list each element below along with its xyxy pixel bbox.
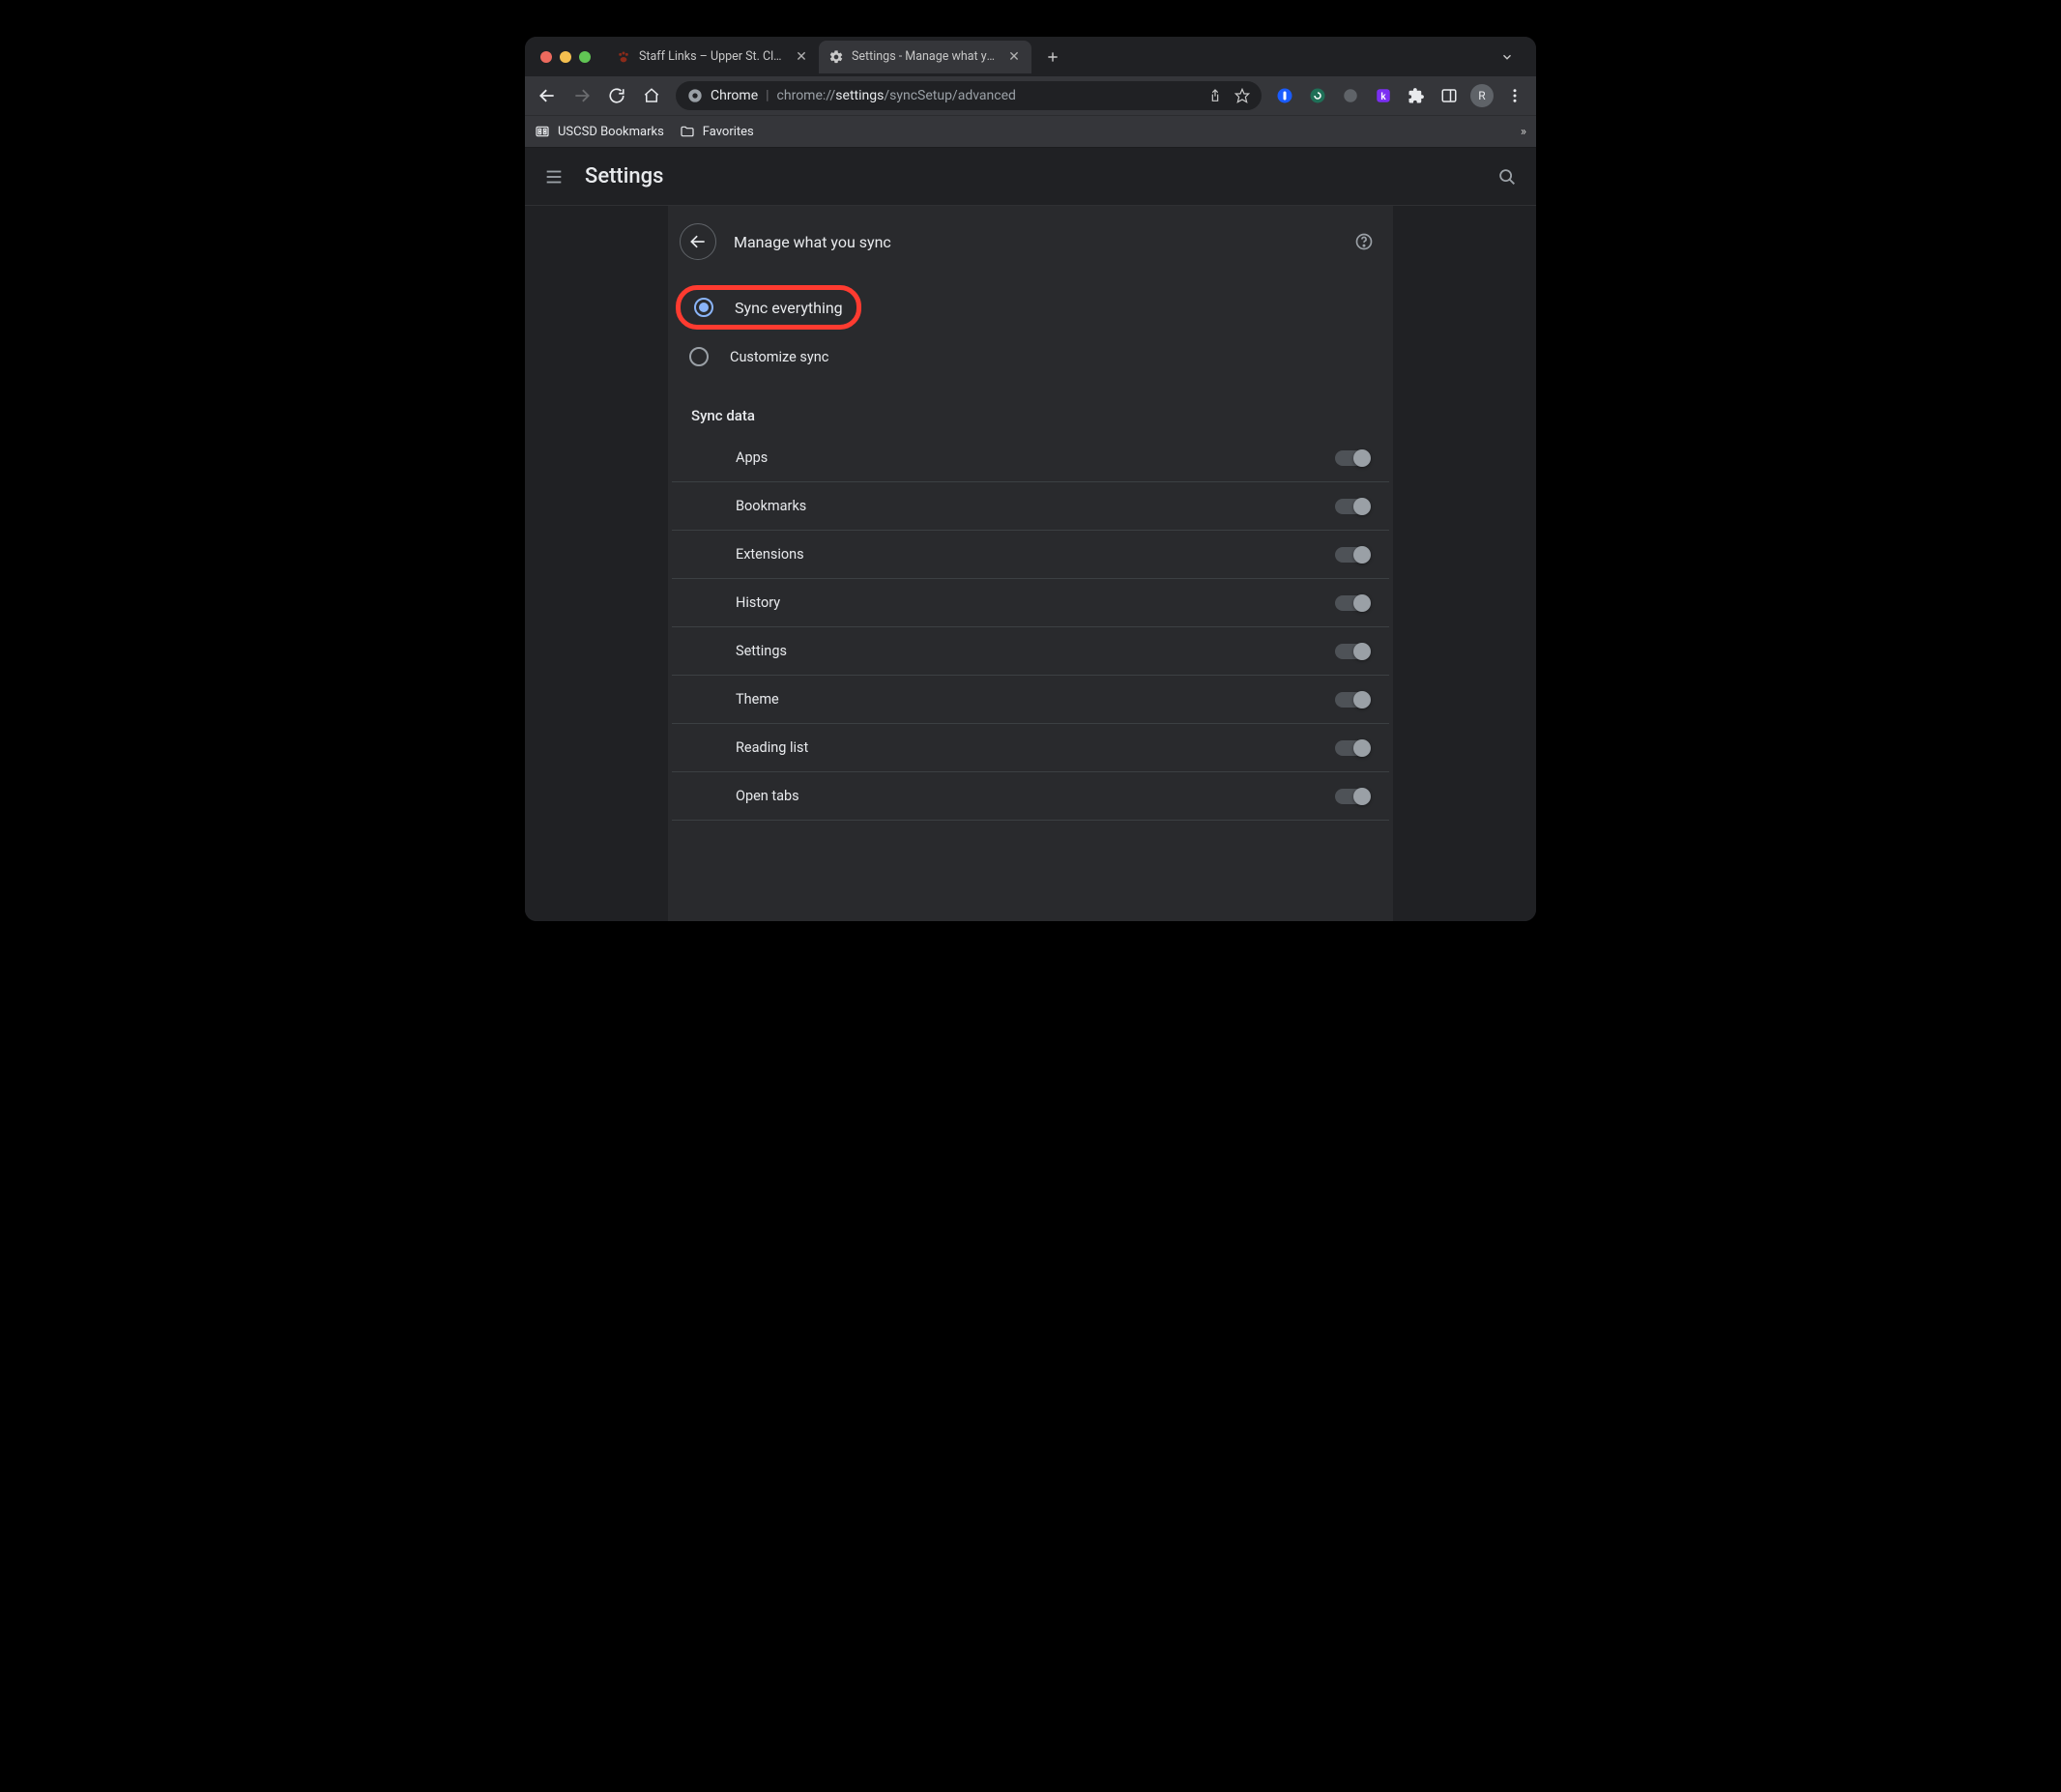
- toggle-row-settings: Settings: [672, 627, 1389, 676]
- toggle-label: Theme: [736, 691, 1335, 708]
- sync-panel: Manage what you sync Sync everything: [668, 206, 1393, 921]
- window-close-button[interactable]: [540, 51, 552, 63]
- settings-header: Settings: [525, 148, 1536, 206]
- radio-label: Sync everything: [735, 299, 843, 317]
- address-bar[interactable]: Chrome | chrome://settings/syncSetup/adv…: [676, 81, 1262, 110]
- bookmark-label: Favorites: [703, 125, 754, 139]
- home-button[interactable]: [635, 79, 668, 112]
- window-minimize-button[interactable]: [560, 51, 571, 63]
- toggle-row-bookmarks: Bookmarks: [672, 482, 1389, 531]
- toggle-theme[interactable]: [1335, 692, 1370, 708]
- menu-icon[interactable]: [540, 163, 567, 190]
- bookmark-favorites[interactable]: Favorites: [680, 124, 754, 139]
- svg-text:k: k: [1380, 92, 1386, 102]
- chrome-logo-icon: [687, 88, 703, 103]
- profile-avatar[interactable]: R: [1468, 82, 1495, 109]
- extension-kami-icon[interactable]: k: [1370, 82, 1397, 109]
- extension-grammarly-icon[interactable]: [1304, 82, 1331, 109]
- toggle-label: Reading list: [736, 739, 1335, 756]
- bookmarks-bar: USCSD Bookmarks Favorites »: [525, 115, 1536, 148]
- radio-row-customize[interactable]: Customize sync: [668, 333, 1393, 380]
- tab-close-icon[interactable]: ✕: [1006, 49, 1022, 65]
- page-title: Settings: [585, 164, 663, 188]
- paw-icon: [616, 49, 631, 65]
- tab-search-button[interactable]: [1494, 43, 1521, 71]
- tab-strip: Staff Links – Upper St. Clair S… ✕ Setti…: [525, 37, 1536, 76]
- bookmark-label: USCSD Bookmarks: [558, 125, 664, 139]
- search-icon[interactable]: [1494, 163, 1521, 190]
- back-button[interactable]: [531, 79, 564, 112]
- toggle-label: Extensions: [736, 546, 1335, 563]
- toggle-history[interactable]: [1335, 595, 1370, 611]
- avatar-initial: R: [1470, 84, 1494, 107]
- reload-button[interactable]: [600, 79, 633, 112]
- toggle-row-open-tabs: Open tabs: [672, 772, 1389, 821]
- toggle-row-theme: Theme: [672, 676, 1389, 724]
- tab-title: Staff Links – Upper St. Clair S…: [639, 49, 786, 64]
- back-icon[interactable]: [680, 223, 716, 260]
- tab-staff-links[interactable]: Staff Links – Upper St. Clair S… ✕: [606, 41, 819, 73]
- toggle-row-apps: Apps: [672, 434, 1389, 482]
- toggle-label: Bookmarks: [736, 498, 1335, 514]
- sync-everything-highlight: Sync everything: [676, 285, 861, 330]
- omnibox-actions: [1207, 88, 1250, 103]
- toggle-label: Apps: [736, 449, 1335, 466]
- toggle-label: Settings: [736, 643, 1335, 659]
- chrome-menu-icon[interactable]: [1501, 82, 1528, 109]
- radio-label: Customize sync: [730, 349, 828, 365]
- side-panel-icon[interactable]: [1436, 82, 1463, 109]
- panel-header: Manage what you sync: [668, 206, 1393, 277]
- toggle-reading-list[interactable]: [1335, 740, 1370, 756]
- extension-1password-icon[interactable]: [1271, 82, 1298, 109]
- folder-app-icon: [535, 124, 550, 139]
- tab-close-icon[interactable]: ✕: [794, 49, 809, 65]
- toggle-label: Open tabs: [736, 788, 1335, 804]
- toggle-row-reading-list: Reading list: [672, 724, 1389, 772]
- star-icon[interactable]: [1234, 88, 1250, 103]
- toggle-apps[interactable]: [1335, 450, 1370, 466]
- folder-icon: [680, 124, 695, 139]
- forward-button[interactable]: [566, 79, 598, 112]
- bookmark-uscsd[interactable]: USCSD Bookmarks: [535, 124, 664, 139]
- toggle-open-tabs[interactable]: [1335, 789, 1370, 804]
- omnibox-separator: |: [766, 88, 769, 103]
- help-icon[interactable]: [1352, 230, 1376, 253]
- window-maximize-button[interactable]: [579, 51, 591, 63]
- panel-title: Manage what you sync: [734, 233, 891, 251]
- toggle-settings[interactable]: [1335, 644, 1370, 659]
- extension-icon-grey[interactable]: [1337, 82, 1364, 109]
- sync-data-list: Apps Bookmarks Extensions History: [668, 434, 1393, 821]
- extensions-puzzle-icon[interactable]: [1403, 82, 1430, 109]
- toggle-row-history: History: [672, 579, 1389, 627]
- toggle-row-extensions: Extensions: [672, 531, 1389, 579]
- radio-customize-sync[interactable]: [689, 347, 709, 366]
- browser-window: Staff Links – Upper St. Clair S… ✕ Setti…: [525, 37, 1536, 921]
- toggle-extensions[interactable]: [1335, 547, 1370, 563]
- radio-sync-everything[interactable]: [694, 298, 713, 317]
- share-icon[interactable]: [1207, 88, 1223, 103]
- gear-icon: [828, 49, 844, 65]
- bookmark-overflow-icon[interactable]: »: [1521, 125, 1526, 139]
- section-title-sync-data: Sync data: [668, 380, 1393, 434]
- new-tab-button[interactable]: [1039, 43, 1066, 71]
- toolbar: Chrome | chrome://settings/syncSetup/adv…: [525, 76, 1536, 115]
- settings-page: Settings Manage what you sync: [525, 148, 1536, 921]
- omnibox-url: chrome://settings/syncSetup/advanced: [777, 88, 1016, 103]
- tab-title: Settings - Manage what you s…: [852, 49, 999, 64]
- omnibox-origin-label: Chrome: [711, 88, 758, 103]
- tabs: Staff Links – Upper St. Clair S… ✕ Setti…: [606, 41, 1066, 73]
- tab-settings[interactable]: Settings - Manage what you s… ✕: [819, 41, 1031, 73]
- window-traffic-lights: [533, 51, 600, 63]
- toggle-label: History: [736, 594, 1335, 611]
- toggle-bookmarks[interactable]: [1335, 499, 1370, 514]
- extension-icons: k R: [1269, 82, 1530, 109]
